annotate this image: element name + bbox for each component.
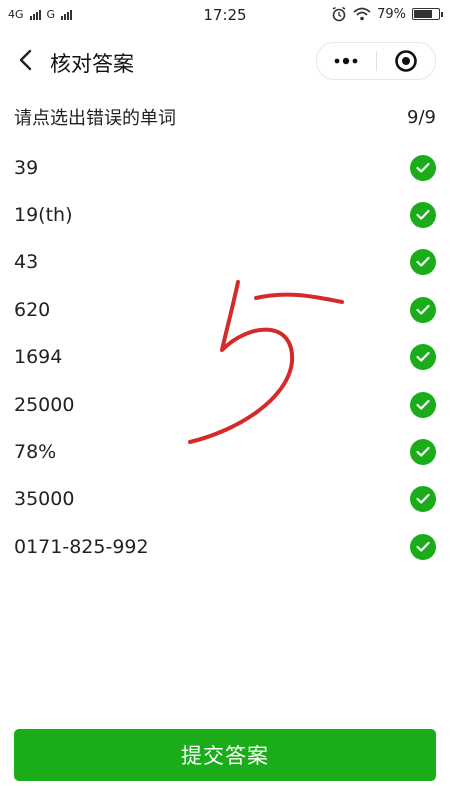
wifi-icon <box>353 7 371 21</box>
more-button[interactable] <box>317 43 376 79</box>
answer-text: 78% <box>14 441 57 464</box>
check-circle-icon <box>410 486 436 513</box>
status-bar: 4G G 17:25 79% <box>0 0 450 32</box>
answer-text: 1694 <box>14 346 63 369</box>
check-circle-icon <box>410 533 436 560</box>
answer-row[interactable]: 0171-825-992 <box>0 523 450 570</box>
answer-row[interactable]: 1694 <box>0 334 450 381</box>
answer-row[interactable]: 43 <box>0 239 450 286</box>
check-circle-icon <box>410 296 436 323</box>
screen: 4G G 17:25 79% 核对答案 请点选出错误的单词 9/9 39 19(… <box>0 0 450 800</box>
answer-row[interactable]: 78% <box>0 428 450 475</box>
check-circle-icon <box>410 202 436 229</box>
answer-row[interactable]: 35000 <box>0 476 450 523</box>
progress-count: 9/9 <box>407 106 436 128</box>
battery-icon <box>412 8 443 20</box>
chevron-left-icon[interactable] <box>14 47 40 73</box>
page-title: 核对答案 <box>50 52 134 76</box>
check-circle-icon <box>410 439 436 466</box>
mini-program-capsule <box>316 42 436 80</box>
check-circle-icon <box>410 154 436 181</box>
instruction-row: 请点选出错误的单词 9/9 <box>14 104 436 130</box>
instruction-text: 请点选出错误的单词 <box>14 108 176 129</box>
status-icons: 79% <box>331 6 443 22</box>
alarm-icon <box>332 6 346 22</box>
answer-text: 19(th) <box>14 204 73 227</box>
more-dots-icon <box>334 57 358 65</box>
answer-row[interactable]: 19(th) <box>0 191 450 238</box>
answer-row[interactable]: 620 <box>0 286 450 333</box>
check-circle-icon <box>410 249 436 276</box>
answer-text: 35000 <box>14 488 75 511</box>
answer-row[interactable]: 25000 <box>0 381 450 428</box>
check-circle-icon <box>410 391 436 418</box>
answer-text: 0171-825-992 <box>14 535 149 558</box>
check-circle-icon <box>410 344 436 371</box>
battery-fill <box>414 10 432 18</box>
answer-text: 25000 <box>14 393 75 416</box>
submit-answers-button[interactable]: 提交答案 <box>14 729 436 781</box>
answer-row[interactable]: 39 <box>0 144 450 191</box>
answer-text: 39 <box>14 156 39 179</box>
battery-percent: 79% <box>377 6 406 22</box>
close-button[interactable] <box>377 43 436 79</box>
answer-list: 39 19(th) 43 620 1694 25000 78% 35000 0171-825-9… <box>0 144 450 571</box>
answer-text: 43 <box>14 251 39 274</box>
answer-text: 620 <box>14 298 51 321</box>
target-circle-icon <box>394 50 417 72</box>
nav-bar: 核对答案 <box>0 36 450 86</box>
